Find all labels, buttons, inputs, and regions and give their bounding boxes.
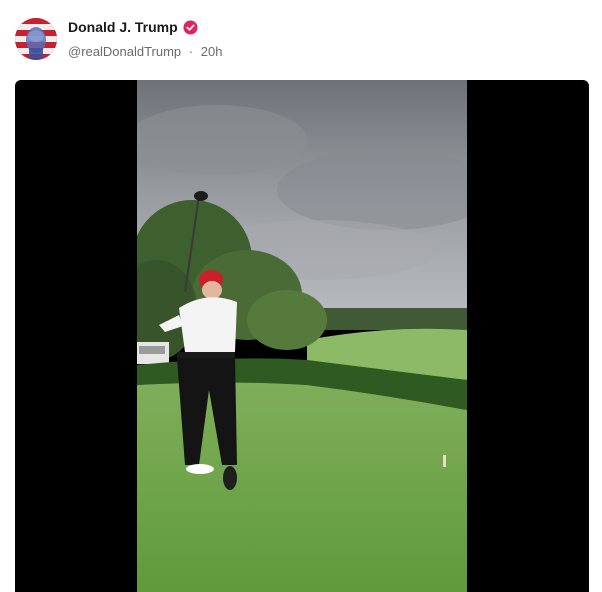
post-timestamp[interactable]: 20h <box>201 44 223 59</box>
author-display-name[interactable]: Donald J. Trump <box>68 19 178 35</box>
flag-portrait-icon <box>15 18 57 60</box>
post-media[interactable] <box>15 80 589 592</box>
golf-video-thumbnail-icon[interactable] <box>137 80 467 592</box>
author-handle[interactable]: @realDonaldTrump <box>68 44 181 59</box>
author-name-row: Donald J. Trump <box>68 19 198 35</box>
timestamp-separator: · <box>188 44 194 59</box>
author-avatar[interactable] <box>15 18 57 60</box>
post-header: Donald J. Trump @realDonaldTrump · 20h <box>0 0 602 80</box>
author-meta: @realDonaldTrump · 20h <box>68 44 222 59</box>
verified-badge-icon <box>183 19 198 35</box>
